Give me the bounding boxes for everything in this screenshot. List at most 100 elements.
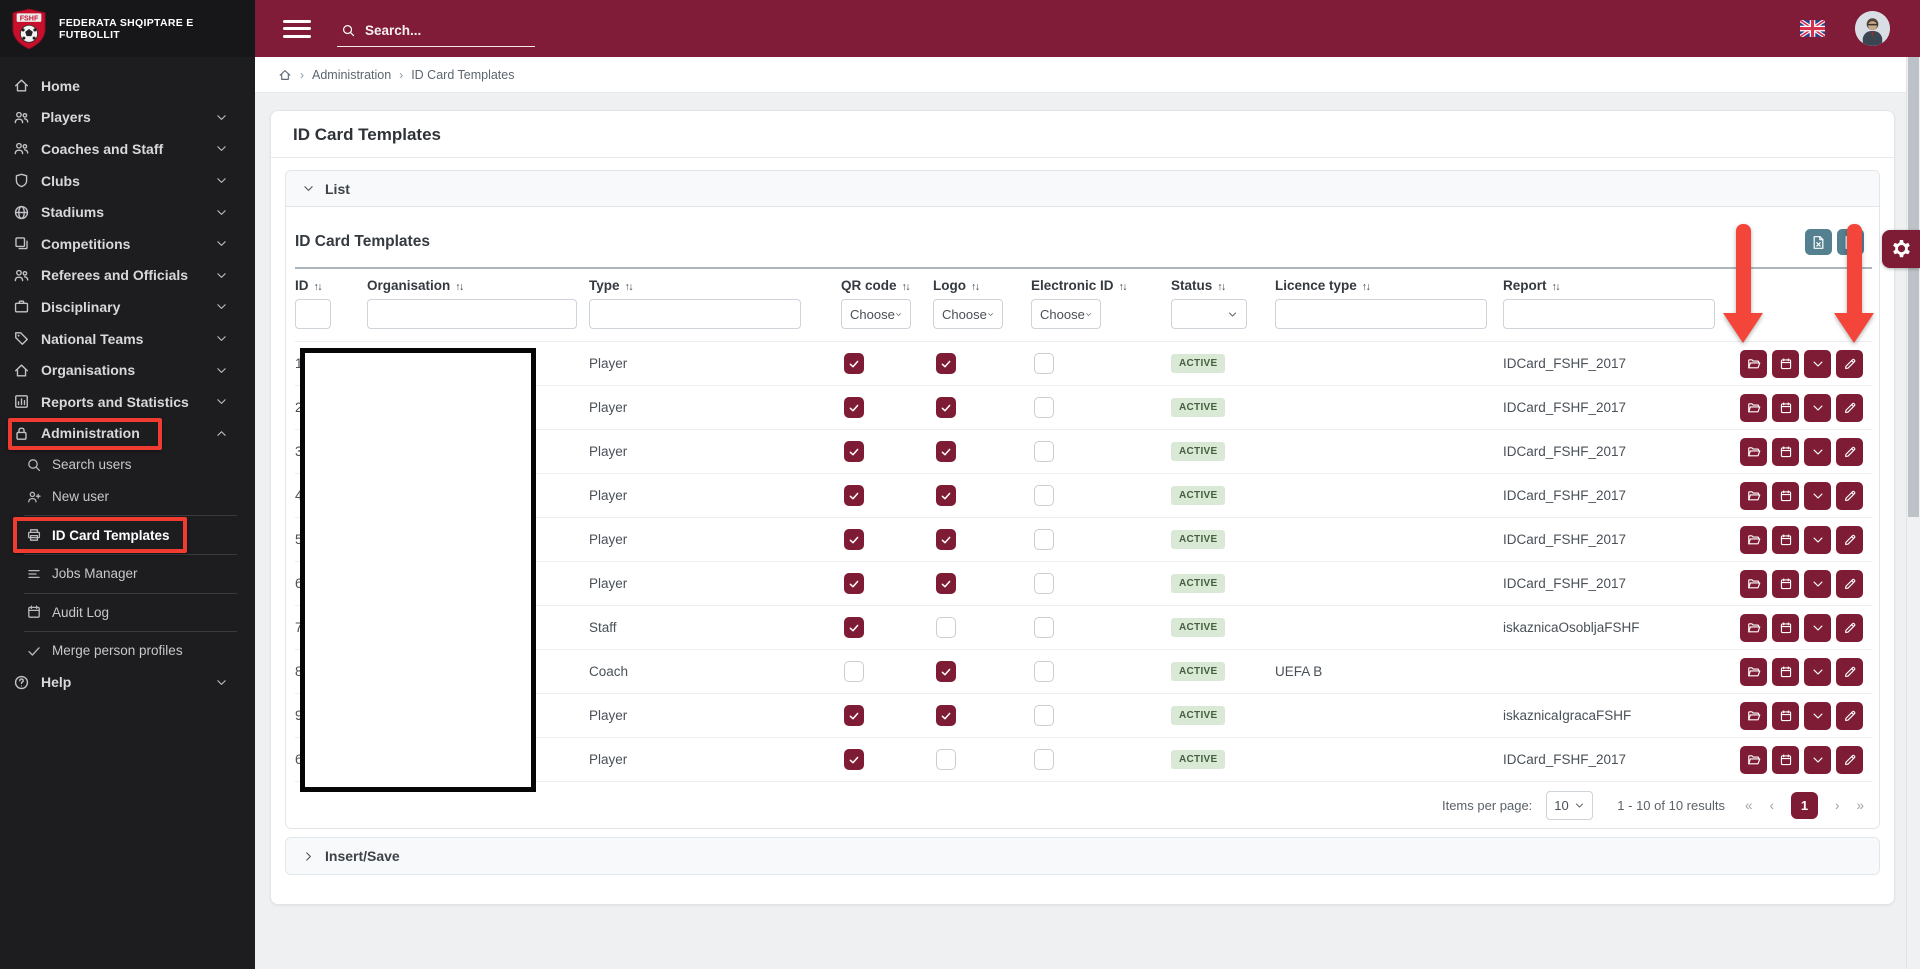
- filter-select-status[interactable]: [1171, 299, 1247, 329]
- expand-action-button[interactable]: [1804, 702, 1831, 730]
- column-header-electronic-id[interactable]: Electronic ID↑↓: [1031, 268, 1171, 296]
- expand-action-button[interactable]: [1804, 394, 1831, 422]
- first-page-button[interactable]: «: [1745, 798, 1753, 813]
- calendar-action-button[interactable]: [1772, 746, 1799, 774]
- electronic-id-checkbox[interactable]: [1034, 705, 1054, 726]
- edit-action-button[interactable]: [1836, 482, 1863, 510]
- sidebar-item-clubs[interactable]: Clubs: [0, 165, 255, 197]
- open-action-button[interactable]: [1740, 526, 1767, 554]
- electronic-id-checkbox[interactable]: [1034, 573, 1054, 594]
- scrollbar-thumb[interactable]: [1908, 57, 1919, 517]
- qr-code-checkbox[interactable]: [844, 705, 864, 726]
- breadcrumb-id-card-templates[interactable]: ID Card Templates: [411, 68, 514, 82]
- filter-input-id[interactable]: [295, 299, 331, 329]
- qr-code-checkbox[interactable]: [844, 573, 864, 594]
- edit-action-button[interactable]: [1836, 658, 1863, 686]
- home-icon[interactable]: [278, 68, 292, 82]
- column-header-organisation[interactable]: Organisation↑↓: [367, 268, 589, 296]
- open-action-button[interactable]: [1740, 658, 1767, 686]
- sidebar-item-national-teams[interactable]: National Teams: [0, 323, 255, 355]
- open-action-button[interactable]: [1740, 746, 1767, 774]
- sidebar-item-merge-person-profiles[interactable]: Merge person profiles: [0, 635, 255, 667]
- open-action-button[interactable]: [1740, 482, 1767, 510]
- edit-action-button[interactable]: [1836, 526, 1863, 554]
- filter-input-type[interactable]: [589, 299, 801, 329]
- sidebar-item-home[interactable]: Home: [0, 70, 255, 102]
- calendar-action-button[interactable]: [1772, 438, 1799, 466]
- edit-action-button[interactable]: [1836, 746, 1863, 774]
- filter-select-qr_code[interactable]: Choose: [841, 299, 911, 329]
- prev-page-button[interactable]: ‹: [1769, 798, 1774, 813]
- calendar-action-button[interactable]: [1772, 658, 1799, 686]
- sidebar-item-coaches-and-staff[interactable]: Coaches and Staff: [0, 133, 255, 165]
- export-excel-button[interactable]: [1805, 229, 1832, 255]
- calendar-action-button[interactable]: [1772, 350, 1799, 378]
- edit-action-button[interactable]: [1836, 614, 1863, 642]
- page-scrollbar[interactable]: [1906, 57, 1920, 969]
- expand-action-button[interactable]: [1804, 526, 1831, 554]
- sidebar-item-disciplinary[interactable]: Disciplinary: [0, 291, 255, 323]
- expand-action-button[interactable]: [1804, 746, 1831, 774]
- edit-action-button[interactable]: [1836, 350, 1863, 378]
- filter-input-organisation[interactable]: [367, 299, 577, 329]
- search-input[interactable]: Search...: [337, 21, 535, 47]
- sidebar-item-new-user[interactable]: New user: [0, 481, 255, 513]
- electronic-id-checkbox[interactable]: [1034, 617, 1054, 638]
- list-panel-header[interactable]: List: [286, 171, 1879, 207]
- sidebar-item-jobs-manager[interactable]: Jobs Manager: [0, 558, 255, 590]
- expand-action-button[interactable]: [1804, 570, 1831, 598]
- sidebar-item-players[interactable]: Players: [0, 102, 255, 134]
- logo-checkbox[interactable]: [936, 485, 956, 506]
- electronic-id-checkbox[interactable]: [1034, 353, 1054, 374]
- column-header-status[interactable]: Status↑↓: [1171, 268, 1275, 296]
- filter-select-electronic_id[interactable]: Choose: [1031, 299, 1101, 329]
- current-page-button[interactable]: 1: [1791, 792, 1818, 819]
- electronic-id-checkbox[interactable]: [1034, 749, 1054, 770]
- calendar-action-button[interactable]: [1772, 394, 1799, 422]
- electronic-id-checkbox[interactable]: [1034, 485, 1054, 506]
- filter-input-report[interactable]: [1503, 299, 1715, 329]
- logo-checkbox[interactable]: [936, 441, 956, 462]
- electronic-id-checkbox[interactable]: [1034, 529, 1054, 550]
- open-action-button[interactable]: [1740, 570, 1767, 598]
- qr-code-checkbox[interactable]: [844, 485, 864, 506]
- logo-checkbox[interactable]: [936, 661, 956, 682]
- electronic-id-checkbox[interactable]: [1034, 441, 1054, 462]
- qr-code-checkbox[interactable]: [844, 529, 864, 550]
- language-flag-button[interactable]: [1800, 20, 1825, 37]
- logo-checkbox[interactable]: [936, 529, 956, 550]
- logo-checkbox[interactable]: [936, 617, 956, 638]
- electronic-id-checkbox[interactable]: [1034, 397, 1054, 418]
- calendar-action-button[interactable]: [1772, 702, 1799, 730]
- calendar-action-button[interactable]: [1772, 526, 1799, 554]
- insert-save-header[interactable]: Insert/Save: [286, 838, 1879, 874]
- expand-action-button[interactable]: [1804, 438, 1831, 466]
- qr-code-checkbox[interactable]: [844, 441, 864, 462]
- sidebar-item-organisations[interactable]: Organisations: [0, 354, 255, 386]
- logo-checkbox[interactable]: [936, 705, 956, 726]
- logo-checkbox[interactable]: [936, 397, 956, 418]
- next-page-button[interactable]: ›: [1835, 798, 1840, 813]
- sidebar-item-competitions[interactable]: Competitions: [0, 228, 255, 260]
- page-size-select[interactable]: 10: [1546, 791, 1593, 820]
- open-action-button[interactable]: [1740, 350, 1767, 378]
- expand-action-button[interactable]: [1804, 614, 1831, 642]
- edit-action-button[interactable]: [1836, 394, 1863, 422]
- sidebar-item-search-users[interactable]: Search users: [0, 449, 255, 481]
- sidebar-item-audit-log[interactable]: Audit Log: [0, 597, 255, 629]
- sidebar-item-reports-and-statistics[interactable]: Reports and Statistics: [0, 386, 255, 418]
- logo-checkbox[interactable]: [936, 353, 956, 374]
- calendar-action-button[interactable]: [1772, 482, 1799, 510]
- expand-action-button[interactable]: [1804, 482, 1831, 510]
- filter-input-licence_type[interactable]: [1275, 299, 1487, 329]
- sidebar-item-help[interactable]: Help: [0, 667, 255, 699]
- sidebar-item-referees-and-officials[interactable]: Referees and Officials: [0, 260, 255, 292]
- edit-action-button[interactable]: [1836, 570, 1863, 598]
- sidebar-item-stadiums[interactable]: Stadiums: [0, 196, 255, 228]
- qr-code-checkbox[interactable]: [844, 397, 864, 418]
- edit-action-button[interactable]: [1836, 438, 1863, 466]
- expand-action-button[interactable]: [1804, 350, 1831, 378]
- electronic-id-checkbox[interactable]: [1034, 661, 1054, 682]
- column-header-qr-code[interactable]: QR code↑↓: [841, 268, 933, 296]
- breadcrumb-administration[interactable]: Administration: [312, 68, 391, 82]
